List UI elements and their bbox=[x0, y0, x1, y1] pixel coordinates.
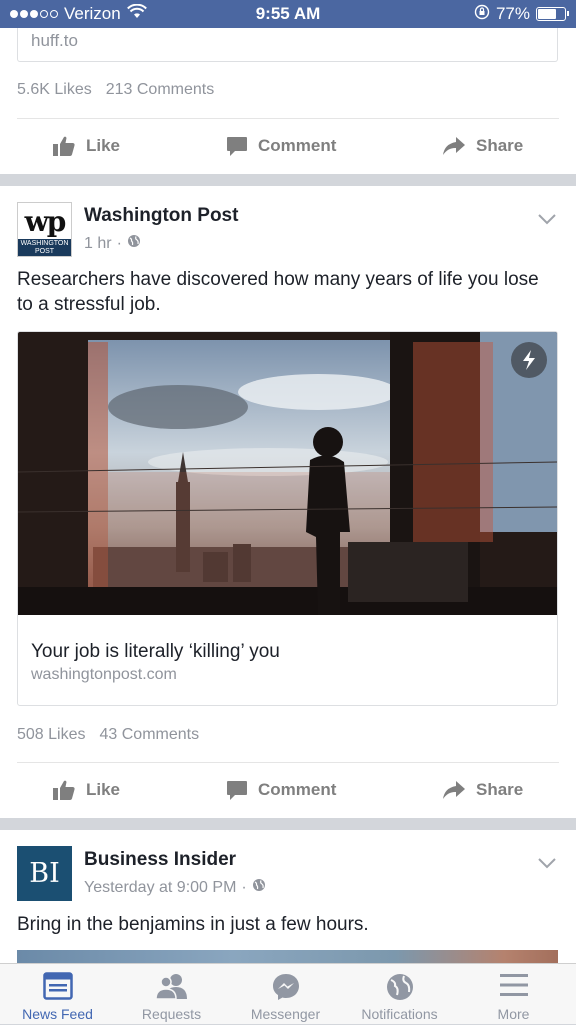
tab-requests[interactable]: Requests bbox=[114, 964, 229, 1025]
meta-separator: · bbox=[116, 234, 122, 252]
share-button[interactable]: Share bbox=[442, 780, 523, 800]
instant-article-bolt-icon bbox=[511, 342, 547, 378]
feed-post-business-insider: BI Business Insider Yesterday at 9:00 PM… bbox=[0, 830, 576, 970]
orientation-lock-icon bbox=[474, 4, 490, 25]
link-domain: washingtonpost.com bbox=[31, 666, 177, 683]
meta-separator: · bbox=[241, 878, 247, 896]
friends-icon bbox=[114, 972, 229, 1000]
article-photo bbox=[18, 332, 557, 615]
action-bar: Like Comment Share bbox=[0, 118, 576, 174]
globe-icon bbox=[342, 972, 457, 1002]
tab-notifications[interactable]: Notifications bbox=[342, 964, 457, 1025]
page-avatar[interactable]: wp WASHINGTON POST bbox=[17, 202, 72, 257]
tab-label: More bbox=[497, 1006, 530, 1022]
like-label: Like bbox=[86, 136, 121, 155]
like-button[interactable]: Like bbox=[52, 779, 120, 801]
post-text: Bring in the benjamins in just a few hou… bbox=[17, 914, 369, 935]
signal-strength-icon bbox=[10, 10, 58, 18]
messenger-icon bbox=[228, 972, 343, 1002]
comments-count[interactable]: 43 Comments bbox=[100, 726, 200, 744]
wp-logo-icon: wp bbox=[24, 205, 67, 238]
avatar-caption: WASHINGTON POST bbox=[18, 239, 71, 256]
globe-privacy-icon bbox=[252, 878, 266, 897]
battery-percent: 77% bbox=[495, 4, 530, 23]
status-bar: Verizon 9:55 AM 77% bbox=[0, 0, 576, 28]
post-time[interactable]: 1 hr bbox=[84, 235, 112, 253]
feed-post-previous: huff.to 5.6K Likes 213 Comments Like Com… bbox=[0, 28, 576, 174]
post-stats: 508 Likes 43 Comments bbox=[17, 726, 199, 744]
comment-label: Comment bbox=[258, 780, 337, 799]
page-avatar[interactable]: BI bbox=[17, 846, 72, 901]
thumbs-up-icon bbox=[52, 135, 76, 157]
page-name[interactable]: Washington Post bbox=[84, 205, 238, 227]
post-meta: Yesterday at 9:00 PM · bbox=[84, 878, 266, 897]
carrier-name: Verizon bbox=[64, 4, 121, 23]
bottom-tab-bar: News Feed Requests Messenger Notificatio… bbox=[0, 963, 576, 1024]
link-title: Your job is literally ‘killing’ you bbox=[31, 641, 280, 662]
tab-messenger[interactable]: Messenger bbox=[228, 964, 343, 1025]
post-meta: 1 hr · bbox=[84, 234, 141, 253]
share-label: Share bbox=[476, 780, 524, 799]
comment-label: Comment bbox=[258, 136, 337, 155]
page-name[interactable]: Business Insider bbox=[84, 849, 236, 871]
globe-privacy-icon bbox=[127, 234, 141, 253]
post-stats: 5.6K Likes 213 Comments bbox=[17, 81, 214, 99]
tab-news-feed[interactable]: News Feed bbox=[0, 964, 115, 1025]
battery-icon bbox=[536, 7, 569, 21]
like-label: Like bbox=[86, 780, 121, 799]
post-options-chevron-icon[interactable] bbox=[538, 856, 556, 874]
status-right: 77% bbox=[474, 4, 569, 25]
feed-post-washington-post: wp WASHINGTON POST Washington Post 1 hr … bbox=[0, 186, 576, 818]
share-arrow-icon bbox=[442, 136, 466, 156]
comment-bubble-icon bbox=[226, 136, 248, 157]
action-bar: Like Comment Share bbox=[0, 762, 576, 818]
tab-more[interactable]: More bbox=[456, 964, 571, 1025]
tab-label: Requests bbox=[141, 1006, 202, 1022]
menu-icon bbox=[456, 972, 571, 998]
link-preview[interactable]: huff.to bbox=[17, 28, 558, 62]
thumbs-up-icon bbox=[52, 779, 76, 801]
post-time[interactable]: Yesterday at 9:00 PM bbox=[84, 879, 236, 897]
tab-label: Messenger bbox=[250, 1006, 321, 1022]
comments-count[interactable]: 213 Comments bbox=[106, 81, 215, 99]
share-button[interactable]: Share bbox=[442, 136, 523, 156]
post-text: Researchers have discovered how many yea… bbox=[17, 269, 539, 315]
link-preview[interactable]: Your job is literally ‘killing’ you wash… bbox=[17, 331, 558, 706]
comment-button[interactable]: Comment bbox=[226, 136, 336, 157]
comment-bubble-icon bbox=[226, 780, 248, 801]
tab-label: Notifications bbox=[361, 1006, 438, 1022]
share-arrow-icon bbox=[442, 780, 466, 800]
link-domain: huff.to bbox=[31, 31, 78, 50]
likes-count[interactable]: 508 Likes bbox=[17, 726, 86, 744]
share-label: Share bbox=[476, 136, 524, 155]
likes-count[interactable]: 5.6K Likes bbox=[17, 81, 92, 99]
tab-label: News Feed bbox=[22, 1006, 93, 1022]
post-options-chevron-icon[interactable] bbox=[538, 212, 556, 230]
wifi-icon bbox=[126, 3, 147, 24]
comment-button[interactable]: Comment bbox=[226, 780, 336, 801]
news-feed-icon bbox=[0, 972, 115, 1000]
status-left: Verizon bbox=[10, 3, 147, 24]
like-button[interactable]: Like bbox=[52, 135, 120, 157]
